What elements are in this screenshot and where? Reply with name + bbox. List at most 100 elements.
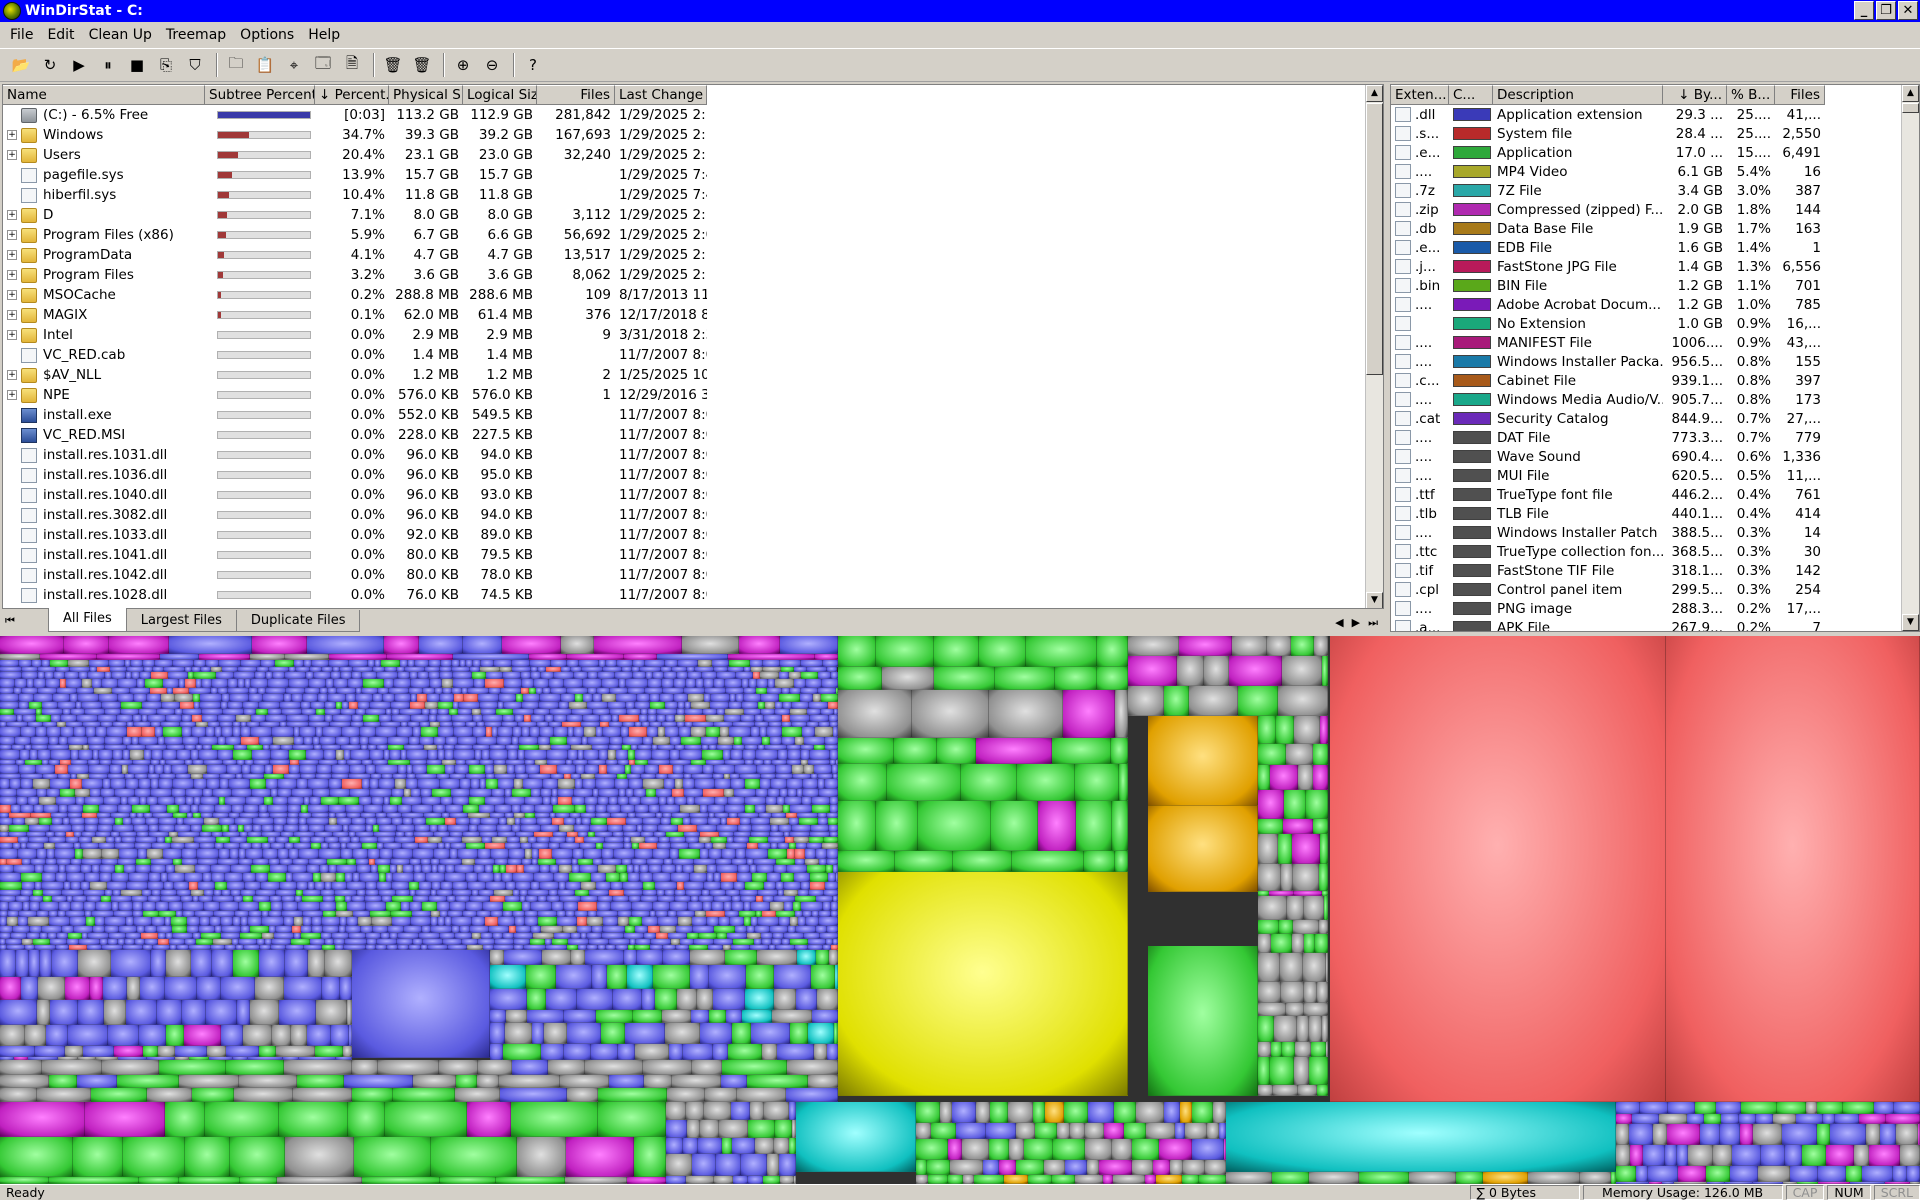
treemap-block[interactable]: [1016, 1123, 1035, 1139]
treemap-block[interactable]: [715, 779, 731, 789]
expand-icon[interactable]: +: [7, 310, 17, 320]
treemap-block[interactable]: [1164, 1102, 1180, 1123]
treemap-block[interactable]: [294, 660, 304, 667]
column-header-subtree[interactable]: Subtree Percentage: [205, 85, 315, 105]
treemap-block[interactable]: [763, 1176, 780, 1184]
treemap-block[interactable]: [1111, 738, 1128, 764]
treemap-block[interactable]: [239, 849, 246, 859]
treemap-block[interactable]: [686, 1176, 714, 1184]
treemap-block[interactable]: [714, 679, 725, 688]
treemap-block[interactable]: [688, 902, 703, 911]
treemap-block[interactable]: [304, 737, 313, 745]
treemap-block[interactable]: [523, 779, 543, 789]
treemap-block[interactable]: [677, 672, 688, 679]
treemap-block[interactable]: [220, 902, 239, 911]
treemap-block[interactable]: [727, 818, 740, 825]
treemap-block[interactable]: [15, 737, 31, 745]
treemap-block[interactable]: [722, 1060, 787, 1075]
treemap-block[interactable]: [543, 779, 558, 789]
treemap-block[interactable]: [827, 849, 838, 859]
treemap-block[interactable]: [186, 797, 194, 805]
treemap-block[interactable]: [39, 797, 56, 805]
treemap-block[interactable]: [755, 805, 766, 813]
treemap-block[interactable]: [1076, 801, 1112, 851]
treemap-block[interactable]: [136, 865, 151, 873]
treemap-block[interactable]: [657, 715, 666, 722]
treemap-block[interactable]: [598, 797, 609, 805]
treemap-block[interactable]: [1159, 1139, 1192, 1160]
treemap-block[interactable]: [616, 694, 637, 702]
treemap-block[interactable]: [1900, 1145, 1920, 1166]
treemap-block[interactable]: [313, 789, 330, 797]
treemap-block[interactable]: [34, 679, 46, 688]
treemap-block[interactable]: [102, 849, 119, 859]
treemap-block[interactable]: [598, 672, 615, 679]
treemap-block[interactable]: [172, 926, 187, 933]
extension-row[interactable]: .... Windows Installer Patch 388.5... 0.3% 1…: [1391, 523, 1825, 542]
treemap-block[interactable]: [434, 849, 450, 859]
treemap-block[interactable]: [777, 1044, 814, 1060]
treemap-block[interactable]: [655, 882, 677, 890]
treemap-block[interactable]: [130, 750, 144, 760]
treemap-block[interactable]: [554, 672, 574, 679]
treemap-block[interactable]: [838, 801, 876, 851]
treemap-block[interactable]: [99, 818, 115, 825]
treemap-block[interactable]: [222, 694, 230, 702]
treemap-block[interactable]: [615, 672, 633, 679]
treemap-block[interactable]: [701, 737, 718, 745]
treemap-block[interactable]: [748, 1176, 763, 1184]
treemap-block[interactable]: [376, 765, 398, 774]
treemap-block[interactable]: [252, 750, 271, 760]
treemap-block[interactable]: [1315, 934, 1328, 953]
treemap-block[interactable]: [1103, 1175, 1113, 1184]
treemap-block[interactable]: [1306, 790, 1328, 819]
treemap-block[interactable]: [147, 849, 163, 859]
treemap-block[interactable]: [1695, 1102, 1716, 1114]
treemap-block[interactable]: [146, 818, 159, 825]
treemap-block[interactable]: [1009, 1139, 1024, 1160]
treemap-block[interactable]: [711, 694, 730, 702]
treemap-block[interactable]: [278, 789, 292, 797]
treemap-block[interactable]: [109, 660, 125, 667]
treemap-block[interactable]: [388, 737, 409, 745]
treemap-block[interactable]: [212, 679, 228, 688]
treemap-block[interactable]: [45, 672, 54, 679]
treemap-block[interactable]: [352, 1060, 378, 1075]
treemap-block[interactable]: [819, 789, 838, 797]
treemap-block[interactable]: [452, 715, 473, 722]
treemap-block[interactable]: [139, 1177, 179, 1184]
treemap-block[interactable]: [1732, 1145, 1761, 1166]
treemap-block[interactable]: [735, 926, 747, 933]
treemap-block[interactable]: [199, 737, 218, 745]
treemap-block[interactable]: [513, 873, 534, 882]
treemap-block[interactable]: [326, 679, 334, 688]
treemap-block[interactable]: [714, 873, 721, 882]
treemap-block[interactable]: [427, 694, 440, 702]
treemap-block[interactable]: [916, 1102, 940, 1123]
treemap-block[interactable]: [838, 872, 1128, 1096]
treemap-block[interactable]: [411, 679, 430, 688]
table-row[interactable]: install.res.1041.dll 0.0% 80.0 KB 79.5 KB 11…: [3, 545, 707, 565]
treemap-block[interactable]: [974, 1175, 1004, 1184]
treemap-block[interactable]: [517, 1137, 566, 1177]
treemap-block[interactable]: [372, 797, 384, 805]
filter-icon[interactable]: ⛉: [182, 52, 208, 78]
treemap-block[interactable]: [963, 1175, 974, 1184]
treemap-block[interactable]: [366, 882, 377, 890]
treemap-block[interactable]: [572, 797, 585, 805]
treemap-block[interactable]: [378, 1060, 439, 1075]
treemap-block[interactable]: [612, 715, 619, 722]
treemap-block[interactable]: [894, 738, 937, 764]
treemap-block[interactable]: [82, 779, 103, 789]
treemap-block[interactable]: [341, 672, 352, 679]
treemap-block[interactable]: [377, 672, 398, 679]
treemap-block[interactable]: [649, 805, 660, 813]
treemap-block[interactable]: [219, 849, 230, 859]
zoom-in-icon[interactable]: ⊕: [450, 52, 476, 78]
treemap-block[interactable]: [714, 765, 735, 774]
treemap-block[interactable]: [583, 779, 596, 789]
treemap-block[interactable]: [518, 750, 525, 760]
treemap-block[interactable]: [675, 797, 687, 805]
treemap-block[interactable]: [49, 917, 70, 926]
treemap-block[interactable]: [299, 849, 319, 859]
